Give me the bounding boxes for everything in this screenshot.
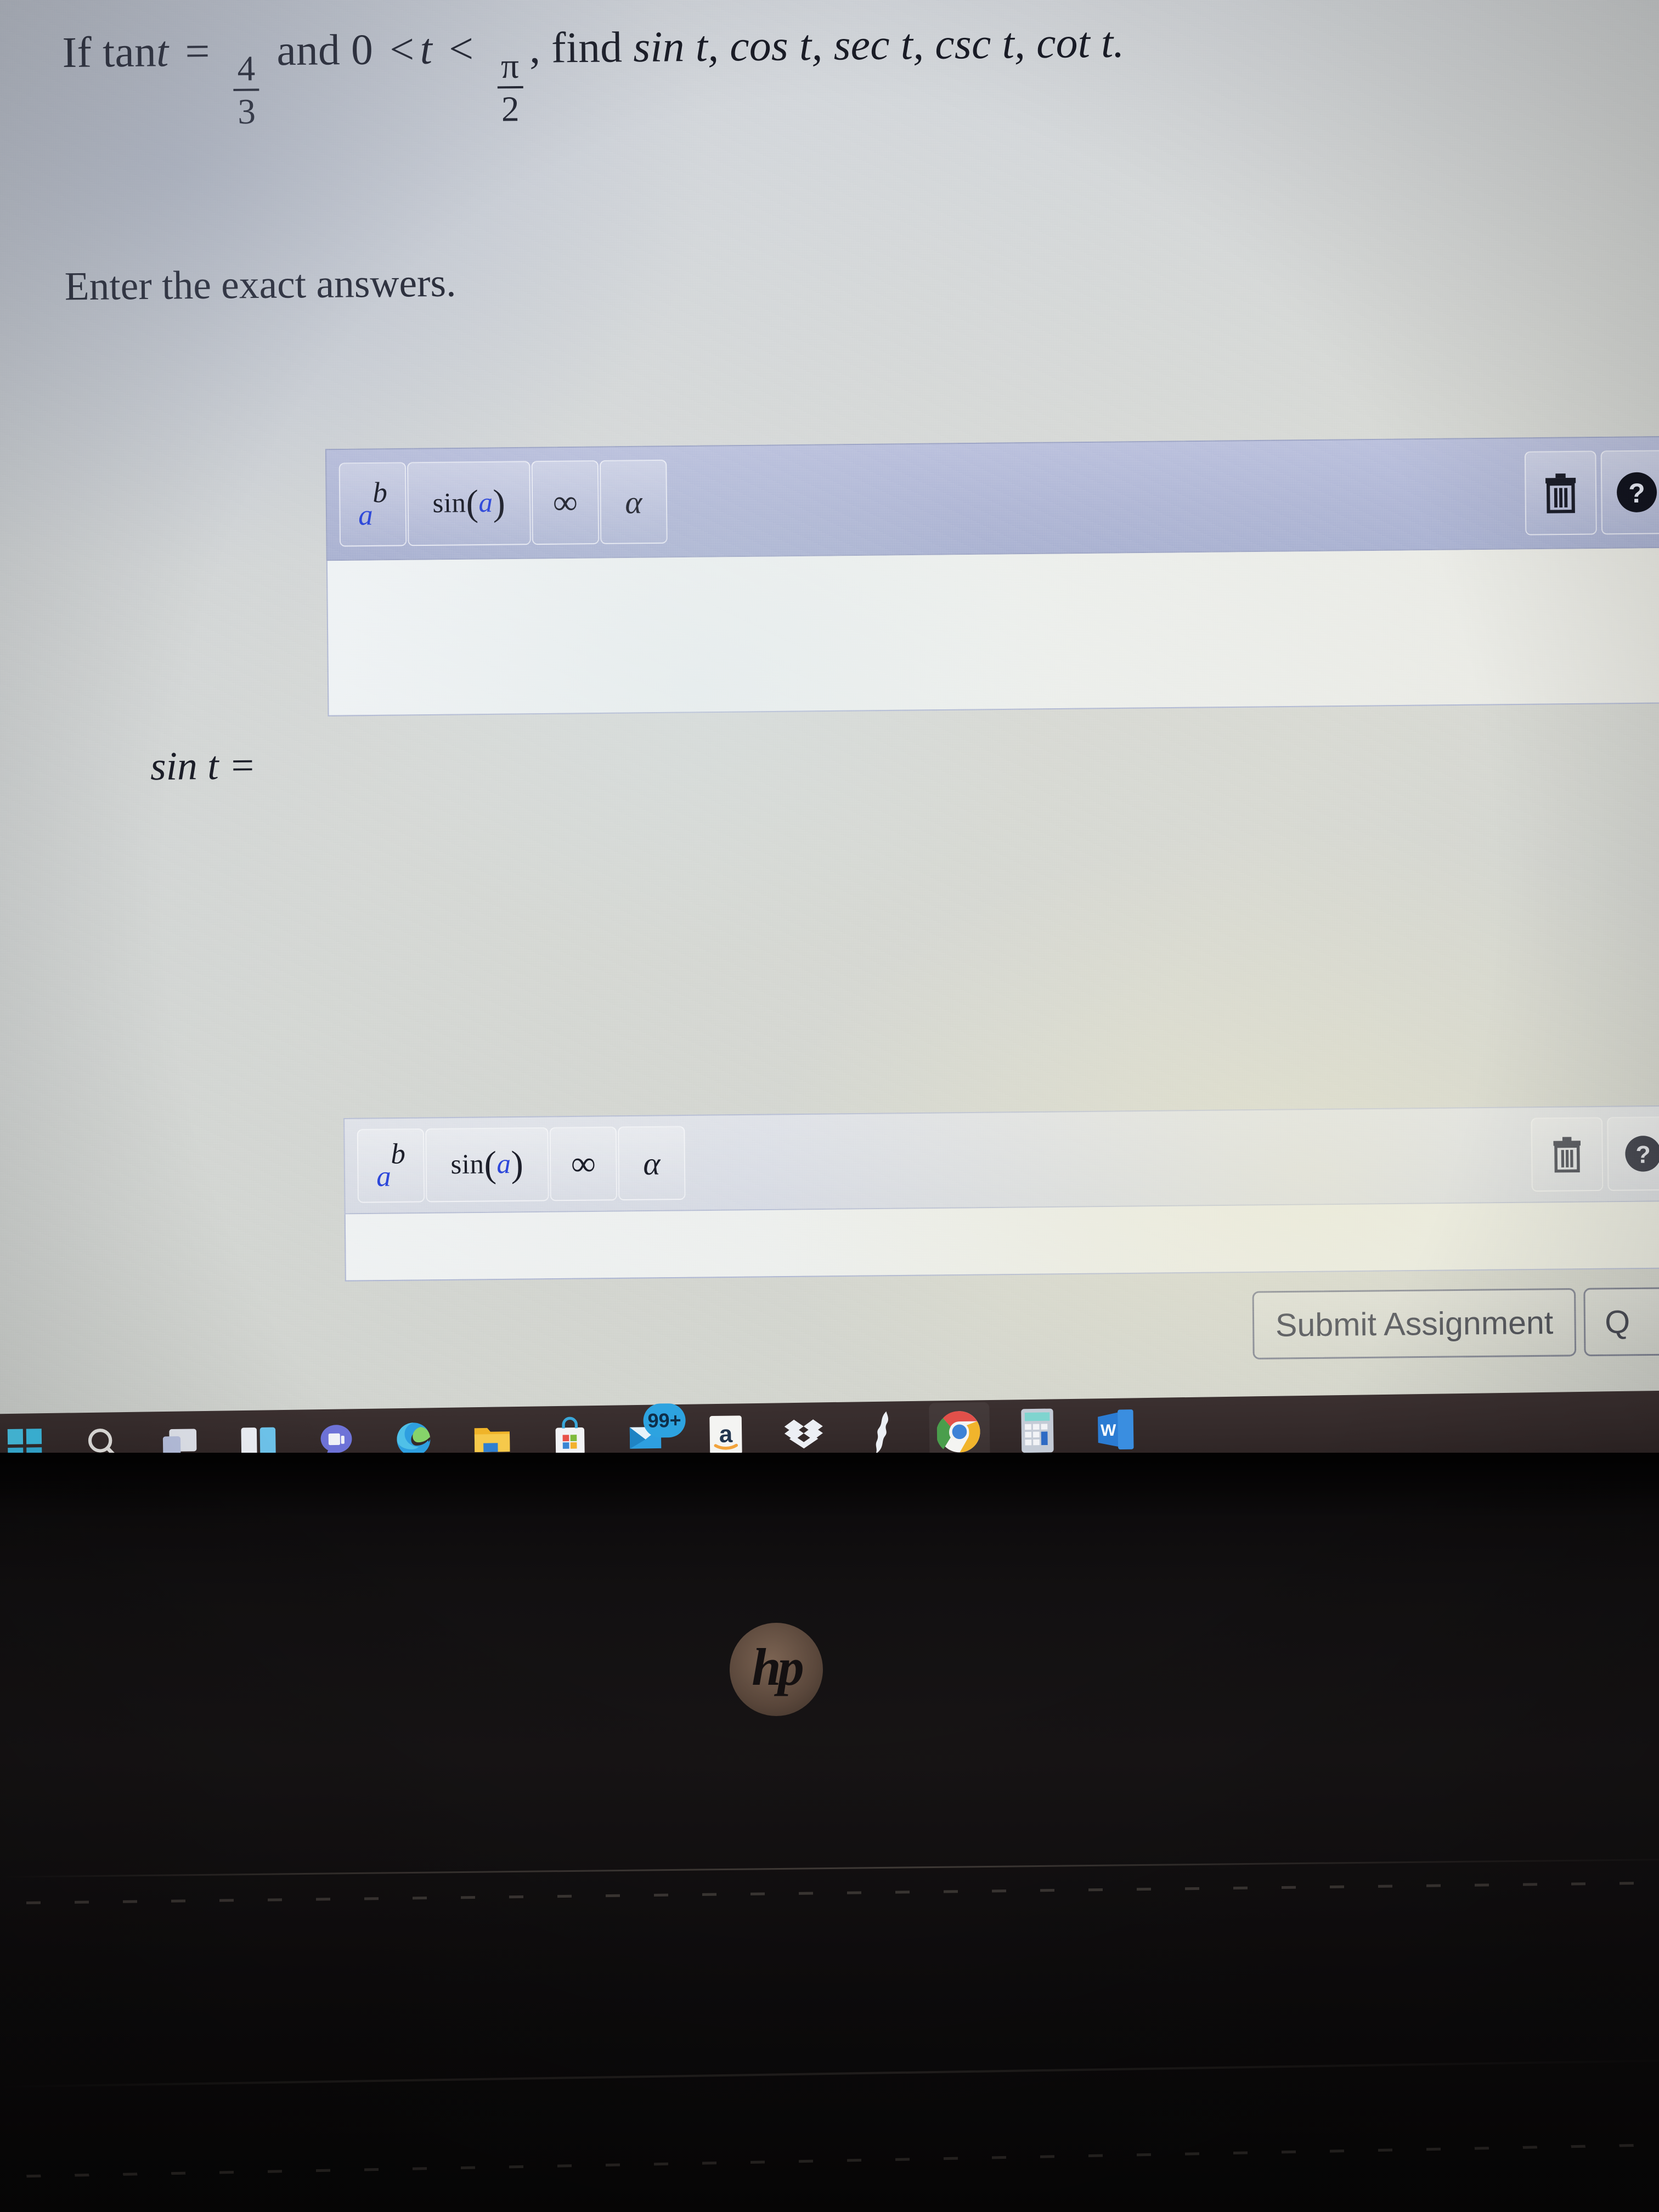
math-answer-widget-2: ab sin(a) ∞ α ? <box>343 1105 1659 1286</box>
question-variable: t <box>156 26 169 76</box>
laptop-screen: If tant = 4 3 and 0 < t < π 2 , find sin … <box>0 0 1659 1452</box>
infinity-icon-2: ∞ <box>571 1144 596 1183</box>
greek-alpha-button-2[interactable]: α <box>617 1126 686 1201</box>
dropbox-icon <box>782 1414 825 1456</box>
exponent-glyph-2: ab <box>376 1138 406 1193</box>
exponent-exp-2: b <box>391 1138 406 1171</box>
sin-function-button-2[interactable]: sin(a) <box>425 1127 549 1203</box>
less-than-2: < <box>448 24 474 73</box>
fraction-four-thirds: 4 3 <box>233 48 259 132</box>
hp-brand-logo: hp <box>730 1623 823 1716</box>
fraction-bar <box>233 88 259 92</box>
word-icon: W <box>1094 1407 1136 1455</box>
greek-alpha-button-1[interactable]: α <box>599 459 668 544</box>
fraction2-numerator: π <box>500 46 520 86</box>
exponent-exp-1: b <box>373 477 388 509</box>
fraction-numerator: 4 <box>237 48 256 88</box>
answer-row-label-text: sin t = <box>150 743 256 789</box>
trash-icon <box>1548 1135 1585 1174</box>
find-word: find <box>551 22 623 72</box>
question-prefix: If tan <box>62 27 157 77</box>
deck-edge-line-1 <box>0 1859 1659 1878</box>
svg-text:a: a <box>719 1420 733 1447</box>
requested-functions: sin t, cos t, sec t, csc t, cot t. <box>633 18 1125 71</box>
fraction-pi-halves: π 2 <box>497 46 523 129</box>
clear-button-2[interactable] <box>1531 1117 1604 1192</box>
sin-glyph-2: sin(a) <box>450 1143 524 1187</box>
toolbar-spacer-2 <box>686 1155 1528 1163</box>
instruction-text: Enter the exact answers. <box>64 260 456 309</box>
help-icon: ? <box>1615 470 1658 514</box>
alpha-icon-2: α <box>642 1144 661 1182</box>
sin-close-paren-1: ) <box>493 482 506 524</box>
fraction-denominator: 3 <box>237 91 256 132</box>
equals-sign: = <box>185 26 211 76</box>
answer-row-label: sin t = <box>150 742 256 790</box>
question-variable-2: t <box>420 24 433 74</box>
trash-icon <box>1540 471 1582 515</box>
mail-unread-badge: 99+ <box>643 1403 686 1438</box>
less-than-1: < <box>389 24 415 74</box>
math-toolbar-2: ab sin(a) ∞ α ? <box>343 1105 1659 1215</box>
sin-open-paren-2: ( <box>484 1144 497 1185</box>
sin-arg-1: a <box>478 486 493 518</box>
exponent-base-2: a <box>376 1160 391 1193</box>
toolbar-spacer-1 <box>668 493 1521 501</box>
laptop-bezel: hp <box>0 1453 1659 2212</box>
quit-button-label: Q <box>1604 1304 1630 1340</box>
exponent-glyph-1: ab <box>358 477 388 531</box>
question-statement: If tant = 4 3 and 0 < t < π 2 , find sin … <box>62 14 1574 131</box>
math-toolbar-1: ab sin(a) ∞ α ? <box>325 436 1659 561</box>
svg-text:?: ? <box>1635 1141 1651 1168</box>
deck-highlight-dashes-2 <box>0 2143 1659 2179</box>
sin-glyph-1: sin(a) <box>432 482 506 525</box>
sin-label-1: sin <box>432 487 466 518</box>
fraction2-denominator: 2 <box>501 89 520 129</box>
submit-assignment-button[interactable]: Submit Assignment <box>1252 1288 1577 1359</box>
infinity-icon-1: ∞ <box>552 483 578 522</box>
chrome-icon <box>936 1409 982 1457</box>
assignment-action-row: Submit Assignment Q <box>1252 1287 1659 1359</box>
infinity-button-2[interactable]: ∞ <box>549 1126 618 1201</box>
conjunction-and: and <box>276 25 341 75</box>
clear-button-1[interactable] <box>1524 450 1597 535</box>
hp-logo-text: hp <box>752 1638 804 1696</box>
svg-text:W: W <box>1101 1421 1116 1439</box>
help-button-1[interactable]: ? <box>1600 450 1659 535</box>
help-icon: ? <box>1623 1134 1659 1173</box>
hinge-shadow <box>0 1453 1659 1519</box>
help-button-2[interactable]: ? <box>1607 1116 1659 1191</box>
comma: , <box>529 23 541 72</box>
math-answer-widget-1: ab sin(a) ∞ α ? <box>325 436 1659 718</box>
deck-highlight-dashes-1 <box>0 1881 1659 1905</box>
deck-edge-line-2 <box>0 2059 1659 2088</box>
sin-function-button-1[interactable]: sin(a) <box>407 461 531 546</box>
infinity-button-1[interactable]: ∞ <box>531 460 600 545</box>
submit-assignment-label: Submit Assignment <box>1275 1304 1554 1344</box>
lightning-s-icon <box>865 1409 898 1459</box>
math-input-field-2[interactable] <box>344 1201 1659 1282</box>
exponent-button-2[interactable]: ab <box>357 1128 425 1203</box>
sin-arg-2: a <box>496 1148 511 1180</box>
fraction2-bar <box>497 86 523 89</box>
exponent-base-1: a <box>358 499 373 532</box>
screenshot-root: If tant = 4 3 and 0 < t < π 2 , find sin … <box>0 0 1659 2212</box>
sin-open-paren-1: ( <box>466 482 479 524</box>
amazon-a-icon: a <box>707 1414 744 1459</box>
sin-label-2: sin <box>450 1148 484 1180</box>
quit-button[interactable]: Q <box>1583 1287 1659 1357</box>
sin-close-paren-2: ) <box>511 1143 524 1185</box>
math-input-field-1[interactable] <box>326 548 1659 716</box>
taskbar-item-word[interactable]: W <box>1085 1400 1146 1462</box>
lower-bound: 0 <box>351 25 374 74</box>
svg-text:?: ? <box>1628 478 1645 509</box>
exponent-button-1[interactable]: ab <box>338 462 407 547</box>
calculator-icon <box>1018 1407 1057 1457</box>
alpha-icon-1: α <box>624 483 642 521</box>
